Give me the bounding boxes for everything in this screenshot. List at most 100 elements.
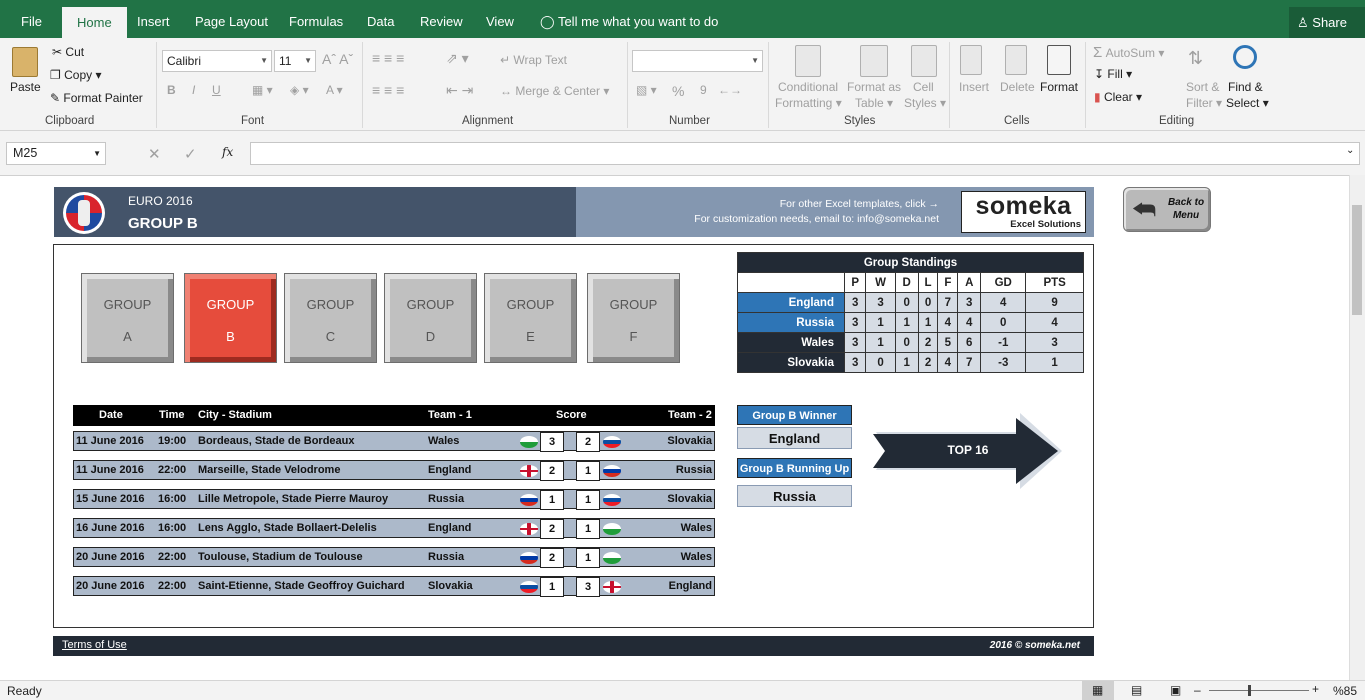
page-break-view-icon[interactable]: ▣ [1170,683,1181,697]
bold-button[interactable]: B [167,83,176,97]
tab-view[interactable]: View [486,0,514,38]
wrap-text-button[interactable]: ↵ Wrap Text [500,53,567,67]
home-team: Russia [428,493,465,505]
autosum-button[interactable]: Σ AutoSum ▾ [1093,44,1164,61]
align-top-icon[interactable]: ≡ ≡ ≡ [372,50,404,66]
back-to-menu-button[interactable]: ⮪ Back to Menu [1123,187,1211,232]
group-label-editing: Editing [1159,115,1195,127]
sort-filter-icon: ⇅ [1188,48,1204,68]
tab-insert[interactable]: Insert [137,0,170,38]
home-team: England [428,522,472,534]
comma-button[interactable]: 9 [700,83,707,97]
format-as-table-button[interactable]: Format as [847,80,901,94]
merge-center-button[interactable]: ↔ Merge & Center ▾ [500,84,609,98]
clear-button[interactable]: ▮ Clear ▾ [1094,90,1142,104]
currency-icon[interactable]: ▧ ▾ [636,83,657,97]
underline-button[interactable]: U [212,83,221,97]
email-text: For customization needs, email to: info@… [694,213,939,225]
number-format-select[interactable]: ▼ [632,50,763,72]
copy-button[interactable]: ❐ Copy ▾ [50,68,101,82]
expand-formula-icon[interactable]: ⌄ [1346,145,1354,156]
cut-button[interactable]: ✂ Cut [52,45,84,59]
table-row: 11 June 2016 19:00 Bordeaus, Stade de Bord… [73,431,715,452]
format-painter-button[interactable]: ✎ Format Painter [50,91,143,105]
tab-page-layout[interactable]: Page Layout [195,0,268,38]
col-header-team2: Team - 2 [668,409,712,421]
percent-button[interactable]: % [672,83,684,99]
group-separator [362,42,363,128]
name-box[interactable]: M25 ▼ [6,142,106,165]
page-layout-view-icon[interactable]: ▤ [1131,683,1142,697]
font-size-select[interactable]: 11 ▼ [274,50,316,72]
borders-icon[interactable]: ▦ ▾ [252,83,273,97]
group-d-button[interactable]: GROUP D [384,273,477,363]
match-time: 16:00 [158,522,187,534]
home-team: Slovakia [428,580,473,592]
scrollbar-thumb[interactable] [1352,205,1362,315]
insert-function-button[interactable]: fx [222,145,233,159]
find-select-button[interactable]: Find & [1228,80,1263,94]
fill-button[interactable]: ↧ Fill ▾ [1094,67,1132,81]
top16-button[interactable]: TOP 16 [870,410,1066,492]
share-button[interactable]: ♙ Share [1289,7,1365,38]
group-b-button[interactable]: GROUP B [184,273,277,363]
paste-button[interactable]: Paste [10,80,41,94]
tab-review[interactable]: Review [420,0,463,38]
zoom-slider-thumb[interactable] [1248,685,1251,696]
fill-color-icon[interactable]: ◈ ▾ [290,83,309,97]
delete-cells-button[interactable]: Delete [1000,80,1035,94]
col-header: L [917,272,939,293]
table-row: 16 June 2016 16:00 Lens Agglo, Stade Bolla… [73,518,715,539]
col-header-city: City - Stadium [198,409,272,421]
col-header-date: Date [99,409,123,421]
decimal-icon[interactable]: ←→ [718,83,742,97]
table-row: 15 June 2016 16:00 Lille Metropole, Stade … [73,489,715,510]
group-e-button[interactable]: GROUP E [484,273,577,363]
conditional-formatting-button[interactable]: Conditional [778,80,838,94]
match-date: 20 June 2016 [76,551,145,563]
zoom-slider[interactable] [1209,690,1309,691]
col-header: D [894,272,919,293]
formula-input[interactable] [250,142,1360,165]
zoom-out-button[interactable]: – [1194,683,1201,697]
font-name-select[interactable]: Calibri ▼ [162,50,272,72]
team-name: England [737,292,845,313]
group-f-button[interactable]: GROUP F [587,273,680,363]
tab-formulas[interactable]: Formulas [289,0,343,38]
font-color-icon[interactable]: A ▾ [326,83,343,97]
format-cells-button[interactable]: Format [1040,80,1078,94]
enter-icon[interactable]: ✓ [184,145,197,163]
group-a-button[interactable]: GROUP A [81,273,174,363]
font-grow-icon[interactable]: Aˆ Aˇ [322,51,353,67]
cancel-icon[interactable]: ✕ [148,145,161,163]
zoom-level[interactable]: %85 [1333,684,1357,698]
tab-file[interactable]: File [21,0,42,38]
align-left-icon[interactable]: ≡ ≡ ≡ [372,82,404,98]
formula-bar: M25 ▼ ✕ ✓ fx ⌄ [0,131,1365,175]
vertical-scrollbar[interactable] [1349,175,1365,680]
insert-cells-button[interactable]: Insert [959,80,989,94]
indent-icon[interactable]: ⇤ ⇥ [446,82,473,99]
terms-of-use-link[interactable]: Terms of Use [62,639,127,651]
england-flag-icon [520,523,538,535]
tab-data[interactable]: Data [367,0,394,38]
templates-link[interactable]: For other Excel templates, click → [780,198,939,210]
runner-up-label: Group B Running Up [737,458,852,478]
standings-row: Russia 31114404 [737,312,1084,333]
zoom-in-button[interactable]: + [1312,682,1319,696]
fill-down-icon: ↧ [1094,67,1105,81]
group-c-button[interactable]: GROUP C [284,273,377,363]
sort-filter-button[interactable]: Sort & [1186,80,1219,94]
italic-button[interactable]: I [192,83,195,97]
tell-me-search[interactable]: ◯ Tell me what you want to do [540,0,718,38]
paste-icon [12,47,38,77]
orientation-icon[interactable]: ⇗ ▾ [446,50,469,67]
format-cells-icon [1047,45,1071,75]
standings-row: Wales 3 1 0 2 5 6 -1 3 [737,332,1084,353]
cell-styles-button[interactable]: Cell [913,80,934,94]
england-flag-icon [520,465,538,477]
home-team: England [428,464,472,476]
home-score: 3 [540,432,564,452]
standings-row: Slovakia 3 0 1 2 4 7 -3 1 [737,352,1084,373]
someka-logo[interactable]: someka Excel Solutions [961,191,1086,233]
